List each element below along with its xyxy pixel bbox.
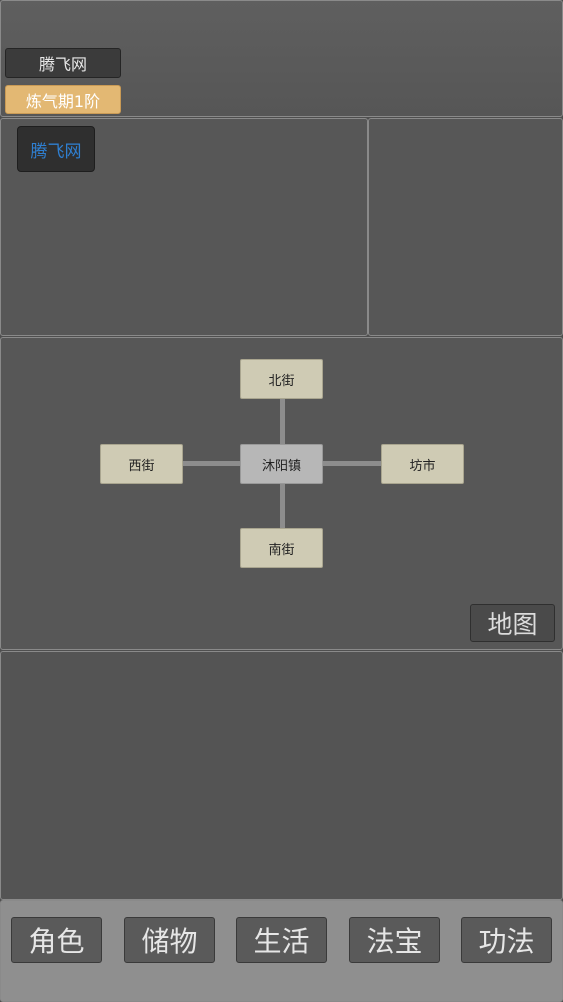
location-current-town[interactable]: 沐阳镇: [240, 444, 323, 484]
location-south-street[interactable]: 南街: [240, 528, 323, 568]
side-panel: [368, 118, 563, 336]
player-name: 腾飞网: [5, 48, 121, 78]
tab-storage[interactable]: 储物: [124, 917, 215, 963]
top-status-panel: 腾飞网 炼气期1阶: [0, 0, 563, 117]
realm-badge: 炼气期1阶: [5, 85, 121, 114]
tab-life[interactable]: 生活: [236, 917, 327, 963]
tab-skills[interactable]: 功法: [461, 917, 552, 963]
scene-info-panel: 腾飞网: [0, 118, 368, 336]
tab-treasure[interactable]: 法宝: [349, 917, 440, 963]
map-button[interactable]: 地图: [470, 604, 555, 642]
location-north-street[interactable]: 北街: [240, 359, 323, 399]
location-west-street[interactable]: 西街: [100, 444, 183, 484]
tab-character[interactable]: 角色: [11, 917, 102, 963]
npc-button[interactable]: 腾飞网: [17, 126, 95, 172]
bottom-nav-bar: 角色 储物 生活 法宝 功法: [0, 900, 563, 1002]
location-market[interactable]: 坊市: [381, 444, 464, 484]
map-panel: 北街 西街 沐阳镇 坊市 南街 地图: [0, 337, 563, 650]
message-log-panel: [0, 651, 563, 900]
